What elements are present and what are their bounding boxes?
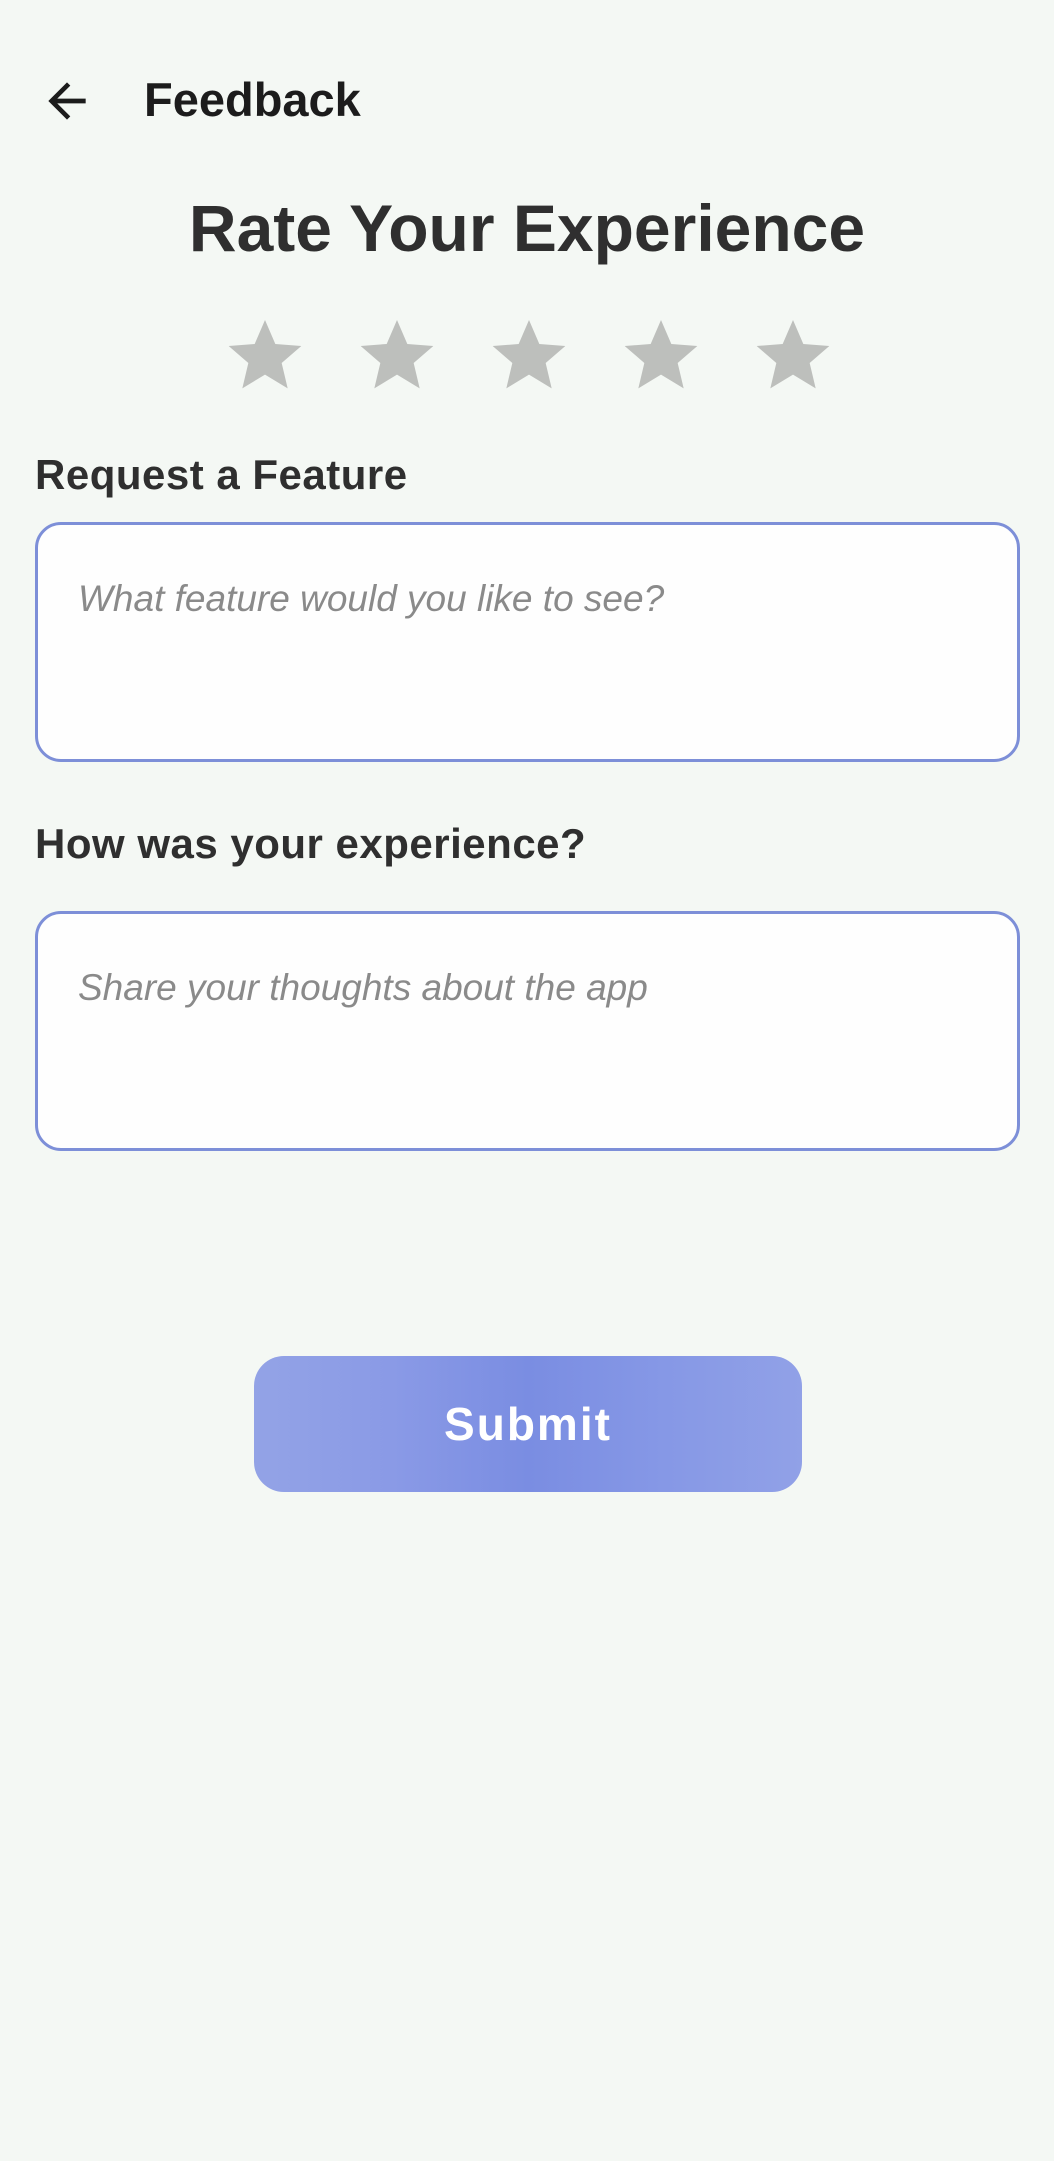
star-icon	[492, 320, 566, 389]
experience-input[interactable]	[78, 964, 978, 1124]
rating-heading: Rate Your Experience	[188, 191, 866, 265]
top-app-bar: Feedback	[0, 0, 1054, 200]
star-2-button[interactable]	[357, 315, 437, 395]
arrow-left-icon	[39, 73, 95, 134]
experience-label: How was your experience?	[35, 820, 587, 867]
star-1-button[interactable]	[225, 315, 305, 395]
star-3-button[interactable]	[489, 315, 569, 395]
star-icon	[228, 320, 302, 389]
star-icon	[360, 320, 434, 389]
star-icon	[624, 320, 698, 389]
star-4-button[interactable]	[621, 315, 701, 395]
experience-field[interactable]	[35, 911, 1020, 1151]
feature-request-field[interactable]	[35, 522, 1020, 762]
star-rating	[225, 315, 833, 395]
page-title: Feedback	[144, 73, 361, 126]
star-5-button[interactable]	[753, 315, 833, 395]
submit-button[interactable]: Submit	[254, 1356, 802, 1492]
star-icon	[756, 320, 830, 389]
feature-request-label: Request a Feature	[35, 451, 408, 498]
feature-request-input[interactable]	[78, 575, 978, 735]
back-button[interactable]	[30, 66, 104, 140]
